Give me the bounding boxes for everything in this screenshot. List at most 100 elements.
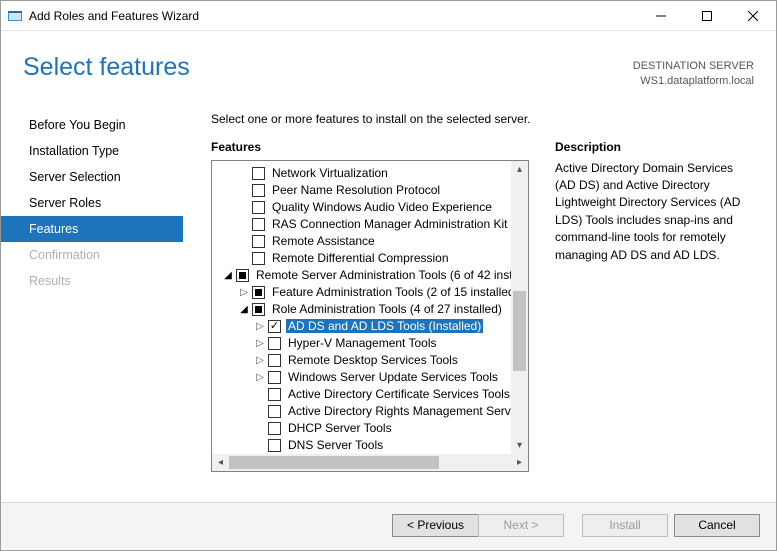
nav-item-server-roles[interactable]: Server Roles: [1, 190, 183, 216]
scroll-right-icon[interactable]: ▸: [511, 454, 528, 471]
tree-row[interactable]: ▷ Hyper-V Management Tools: [212, 335, 528, 352]
tree-item-label[interactable]: AD DS and AD LDS Tools (Installed): [286, 319, 483, 333]
tree-item-label[interactable]: Remote Desktop Services Tools: [286, 353, 460, 367]
vertical-scrollbar[interactable]: ▴ ▾: [511, 161, 528, 454]
tree-row[interactable]: ▷ Remote Desktop Services Tools: [212, 352, 528, 369]
expand-icon[interactable]: ▷: [254, 321, 266, 332]
checkbox[interactable]: [268, 388, 281, 401]
tree-row[interactable]: Active Directory Rights Management Servi…: [212, 403, 528, 420]
checkbox[interactable]: [252, 167, 265, 180]
tree-row[interactable]: ◢ Role Administration Tools (4 of 27 inst…: [212, 301, 528, 318]
horizontal-scroll-thumb[interactable]: [229, 456, 439, 469]
nav-item-before-you-begin[interactable]: Before You Begin: [1, 112, 183, 138]
checkbox[interactable]: [268, 405, 281, 418]
page-title: Select features: [23, 53, 190, 82]
checkbox[interactable]: [268, 354, 281, 367]
tree-item-label[interactable]: Hyper-V Management Tools: [286, 336, 439, 350]
footer: < Previous Next > Install Cancel: [1, 502, 776, 548]
wizard-nav: Before You BeginInstallation TypeServer …: [1, 97, 183, 502]
tree-row[interactable]: ▷ AD DS and AD LDS Tools (Installed): [212, 318, 528, 335]
tree-row[interactable]: DHCP Server Tools: [212, 420, 528, 437]
checkbox[interactable]: [252, 303, 265, 316]
tree-item-label[interactable]: Remote Differential Compression: [270, 251, 451, 265]
checkbox[interactable]: [268, 337, 281, 350]
tree-item-label[interactable]: Remote Server Administration Tools (6 of…: [254, 268, 528, 282]
checkbox[interactable]: [236, 269, 249, 282]
tree-item-label[interactable]: Active Directory Certificate Services To…: [286, 387, 512, 401]
next-button[interactable]: Next >: [478, 514, 564, 537]
checkbox[interactable]: [252, 286, 265, 299]
tree-row[interactable]: ▷ Windows Server Update Services Tools: [212, 369, 528, 386]
tree-row[interactable]: Remote Assistance: [212, 233, 528, 250]
collapse-icon[interactable]: ◢: [238, 304, 250, 315]
nav-item-features[interactable]: Features: [1, 216, 183, 242]
tree-item-label[interactable]: Active Directory Rights Management Servi…: [286, 404, 528, 418]
tree-row[interactable]: Remote Differential Compression: [212, 250, 528, 267]
titlebar: Add Roles and Features Wizard: [1, 1, 776, 31]
window-controls: [638, 1, 776, 30]
tree-item-label[interactable]: Quality Windows Audio Video Experience: [270, 200, 494, 214]
maximize-button[interactable]: [684, 1, 730, 30]
tree-row[interactable]: DNS Server Tools: [212, 437, 528, 454]
tree-row[interactable]: Peer Name Resolution Protocol: [212, 182, 528, 199]
description-label: Description: [555, 140, 754, 154]
checkbox[interactable]: [252, 201, 265, 214]
tree-row[interactable]: Network Virtualization: [212, 165, 528, 182]
intro-text: Select one or more features to install o…: [211, 112, 754, 126]
checkbox[interactable]: [252, 252, 265, 265]
tree-body[interactable]: Network Virtualization Peer Name Resoluti…: [212, 161, 528, 454]
tree-row[interactable]: ◢ Remote Server Administration Tools (6 o…: [212, 267, 528, 284]
tree-item-label[interactable]: RAS Connection Manager Administration Ki…: [270, 217, 528, 231]
nav-item-installation-type[interactable]: Installation Type: [1, 138, 183, 164]
tree-row[interactable]: ▷ Feature Administration Tools (2 of 15 i…: [212, 284, 528, 301]
checkbox[interactable]: [252, 235, 265, 248]
features-column: Features Network VirtualizationPeer Name…: [211, 140, 529, 502]
previous-button[interactable]: < Previous: [392, 514, 478, 537]
destination-server: WS1.dataplatform.local: [633, 74, 754, 89]
tree-row[interactable]: Quality Windows Audio Video Experience: [212, 199, 528, 216]
nav-item-confirmation: Confirmation: [1, 242, 183, 268]
main: Before You BeginInstallation TypeServer …: [1, 97, 776, 502]
horizontal-scrollbar[interactable]: ◂ ▸: [212, 454, 528, 471]
checkbox[interactable]: [252, 184, 265, 197]
tree-item-label[interactable]: Remote Assistance: [270, 234, 377, 248]
tree-row[interactable]: Active Directory Certificate Services To…: [212, 386, 528, 403]
checkbox[interactable]: [268, 320, 281, 333]
tree-item-label[interactable]: Feature Administration Tools (2 of 15 in…: [270, 285, 521, 299]
destination-info: DESTINATION SERVER WS1.dataplatform.loca…: [633, 53, 754, 89]
nav-item-server-selection[interactable]: Server Selection: [1, 164, 183, 190]
scroll-up-icon[interactable]: ▴: [511, 161, 528, 178]
expand-icon[interactable]: ▷: [254, 338, 266, 349]
checkbox[interactable]: [268, 422, 281, 435]
description-text: Active Directory Domain Services (AD DS)…: [555, 160, 754, 264]
checkbox[interactable]: [268, 439, 281, 452]
tree-item-label[interactable]: Network Virtualization: [270, 166, 390, 180]
header: Select features DESTINATION SERVER WS1.d…: [1, 31, 776, 97]
destination-label: DESTINATION SERVER: [633, 59, 754, 74]
minimize-button[interactable]: [638, 1, 684, 30]
app-icon: [7, 8, 23, 24]
checkbox[interactable]: [268, 371, 281, 384]
expand-icon[interactable]: ▷: [254, 372, 266, 383]
scroll-down-icon[interactable]: ▾: [511, 437, 528, 454]
cancel-button[interactable]: Cancel: [674, 514, 760, 537]
window-title: Add Roles and Features Wizard: [29, 9, 638, 23]
tree-item-label[interactable]: DHCP Server Tools: [286, 421, 394, 435]
vertical-scroll-thumb[interactable]: [513, 291, 526, 371]
expand-icon[interactable]: ▷: [254, 355, 266, 366]
description-column: Description Active Directory Domain Serv…: [555, 140, 754, 502]
tree-row[interactable]: RAS Connection Manager Administration Ki…: [212, 216, 528, 233]
expand-icon[interactable]: ▷: [238, 287, 250, 298]
tree-item-label[interactable]: Peer Name Resolution Protocol: [270, 183, 442, 197]
nav-item-results: Results: [1, 268, 183, 294]
tree-item-label[interactable]: Windows Server Update Services Tools: [286, 370, 500, 384]
tree-item-label[interactable]: DNS Server Tools: [286, 438, 385, 452]
tree-item-label[interactable]: Role Administration Tools (4 of 27 insta…: [270, 302, 504, 316]
collapse-icon[interactable]: ◢: [222, 270, 234, 281]
install-button[interactable]: Install: [582, 514, 668, 537]
scroll-left-icon[interactable]: ◂: [212, 454, 229, 471]
checkbox[interactable]: [252, 218, 265, 231]
close-button[interactable]: [730, 1, 776, 30]
features-tree: Network Virtualization Peer Name Resoluti…: [211, 160, 529, 472]
content: Select one or more features to install o…: [183, 97, 776, 502]
